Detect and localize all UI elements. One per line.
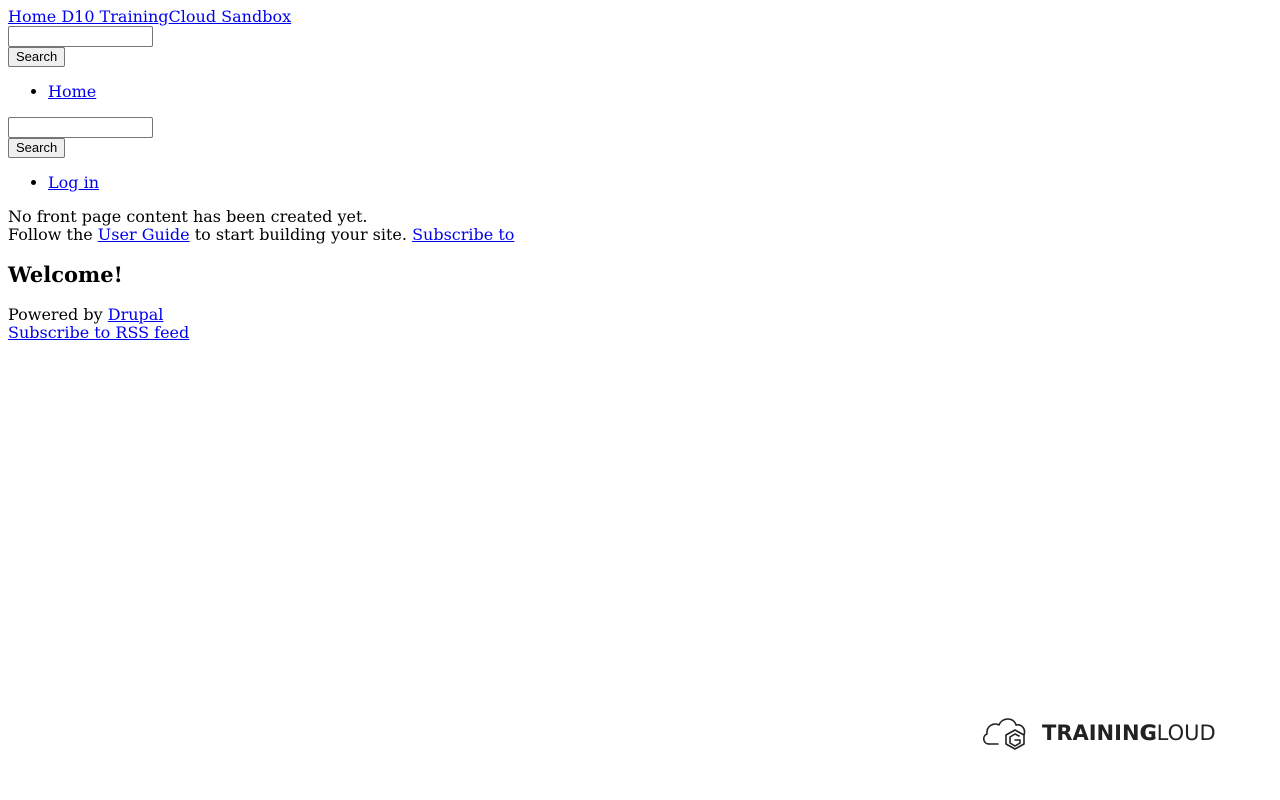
header-search-form: Search bbox=[8, 26, 1272, 67]
welcome-heading: Welcome! bbox=[8, 262, 123, 287]
site-name[interactable]: D10 Training bbox=[56, 7, 168, 26]
subscribe-link[interactable]: Subscribe to bbox=[412, 225, 514, 244]
main-navigation: Home bbox=[8, 83, 1272, 101]
site-footer: Powered by Drupal Subscribe to RSS feed bbox=[8, 306, 1272, 342]
rss-feed-line: Subscribe to RSS feed bbox=[8, 324, 1272, 342]
trainingcloud-logo: TRAINING CLOUD bbox=[980, 712, 1232, 752]
site-name-tail[interactable]: Cloud Sandbox bbox=[169, 7, 292, 26]
rss-feed-link[interactable]: Subscribe to RSS feed bbox=[8, 323, 189, 342]
main-menu-item-home: Home bbox=[48, 83, 1272, 101]
account-menu: Log in bbox=[8, 174, 1272, 192]
site-header: Home D10 TrainingCloud Sandbox Search Ho… bbox=[8, 8, 1272, 192]
login-link[interactable]: Log in bbox=[48, 173, 99, 192]
secondary-search-button[interactable]: Search bbox=[8, 138, 66, 158]
user-guide-link[interactable]: User Guide bbox=[98, 225, 190, 244]
follow-guide-line: Follow the User Guide to start building … bbox=[8, 226, 1272, 244]
site-logo-image[interactable]: Home bbox=[8, 7, 56, 26]
account-menu-item-login: Log in bbox=[48, 174, 1272, 192]
empty-front-page-message: No front page content has been created y… bbox=[8, 207, 368, 226]
main-menu: Home bbox=[8, 83, 1272, 101]
header-search-button[interactable]: Search bbox=[8, 47, 66, 67]
site-logo-alt-text: Home bbox=[8, 7, 57, 26]
account-navigation: Log in bbox=[8, 174, 1272, 192]
powered-by-line: Powered by Drupal bbox=[8, 306, 1272, 324]
logo-text-cloud: CLOUD bbox=[1142, 721, 1216, 745]
main-content: No front page content has been created y… bbox=[8, 208, 1272, 287]
trainingcloud-logo-svg: TRAINING CLOUD bbox=[983, 718, 1216, 750]
logo-text-training: TRAINING bbox=[1042, 721, 1157, 745]
follow-suffix-text: to start building your site. bbox=[189, 225, 413, 244]
page: Home D10 TrainingCloud Sandbox Search Ho… bbox=[8, 8, 1272, 342]
header-search-input[interactable] bbox=[8, 26, 153, 47]
cloud-hexagon-icon bbox=[983, 718, 1026, 750]
site-home-link[interactable]: Home D10 TrainingCloud Sandbox bbox=[8, 8, 1272, 26]
main-menu-link-home[interactable]: Home bbox=[48, 82, 96, 101]
powered-by-text: Powered by bbox=[8, 305, 108, 324]
secondary-search-form: Search bbox=[8, 117, 1272, 158]
follow-prefix-text: Follow the bbox=[8, 225, 98, 244]
secondary-search-input[interactable] bbox=[8, 117, 153, 138]
drupal-link[interactable]: Drupal bbox=[108, 305, 164, 324]
